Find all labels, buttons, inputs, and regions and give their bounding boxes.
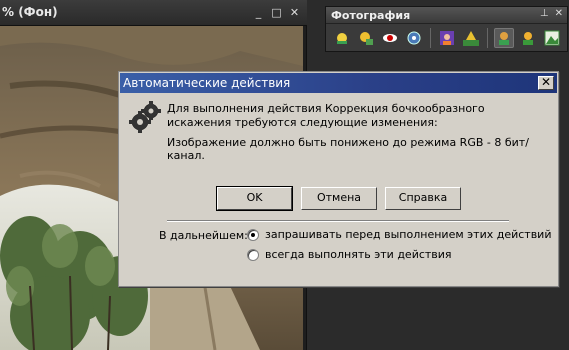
photo-panel-controls: ⊥ ✕	[540, 8, 563, 19]
close-icon[interactable]: ✕	[538, 76, 554, 90]
photo-panel-titlebar[interactable]: Фотография ⊥ ✕	[326, 7, 567, 24]
auto-levels-icon[interactable]	[332, 28, 352, 48]
red-eye-icon[interactable]	[380, 28, 400, 48]
dialog-message: Для выполнения действия Коррекция бочкоо…	[167, 102, 485, 129]
toolbar-separator	[430, 28, 431, 48]
person-orange-icon[interactable]	[518, 28, 538, 48]
dialog-titlebar[interactable]: Автоматические действия ✕	[120, 73, 557, 93]
toolbar-separator	[487, 28, 488, 48]
landscape-icon[interactable]	[542, 28, 562, 48]
gear-icon	[129, 101, 161, 138]
close-icon[interactable]: ✕	[555, 8, 563, 19]
document-window-controls: _ □ ✕	[252, 6, 301, 19]
lens-distortion-icon[interactable]	[404, 28, 424, 48]
document-title: % (Фон)	[2, 5, 58, 19]
radio-ask-before[interactable]: запрашивать перед выполнением этих дейст…	[247, 228, 551, 241]
photo-panel: Фотография ⊥ ✕	[325, 6, 568, 52]
tree-landscape-icon[interactable]	[461, 28, 481, 48]
dialog-divider	[167, 220, 509, 222]
portrait-icon[interactable]	[437, 28, 457, 48]
radio-always-run[interactable]: всегда выполнять эти действия	[247, 248, 452, 261]
close-icon[interactable]: ✕	[288, 6, 301, 19]
radio-ask-before-label: запрашивать перед выполнением этих дейст…	[265, 228, 552, 241]
person-green-icon[interactable]	[494, 28, 514, 48]
radio-always-run-label: всегда выполнять эти действия	[265, 248, 452, 261]
dialog-change-description: Изображение должно быть понижено до режи…	[167, 136, 529, 162]
photo-panel-title: Фотография	[331, 9, 411, 22]
minimize-icon[interactable]: _	[252, 6, 265, 19]
help-button[interactable]: Справка	[385, 187, 461, 210]
pin-icon[interactable]: ⊥	[540, 8, 549, 19]
photo-icons-row	[332, 28, 562, 48]
document-titlebar[interactable]: % (Фон) _ □ ✕	[0, 0, 307, 26]
dialog-title: Автоматические действия	[123, 76, 291, 90]
ok-button[interactable]: OK	[216, 186, 293, 211]
radio-button[interactable]	[247, 248, 259, 261]
radio-button-selected[interactable]	[247, 228, 259, 241]
future-label: В дальнейшем:	[159, 229, 248, 242]
cancel-button[interactable]: Отмена	[301, 187, 377, 210]
auto-actions-dialog: Автоматические действия ✕ Для выполнения…	[118, 71, 559, 287]
auto-contrast-icon[interactable]	[356, 28, 376, 48]
maximize-icon[interactable]: □	[270, 6, 283, 19]
